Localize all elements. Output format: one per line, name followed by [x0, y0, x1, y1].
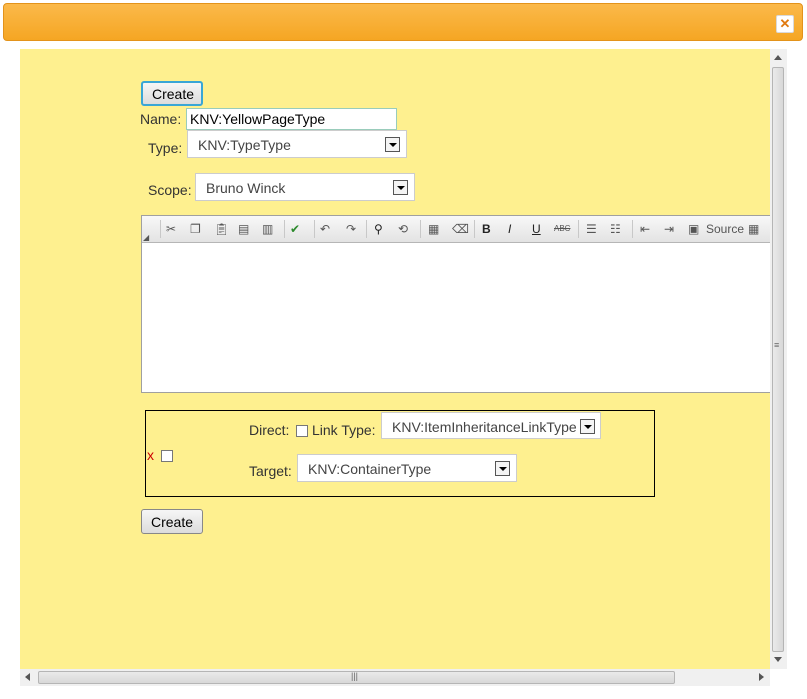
cut-icon[interactable]: ✂ — [166, 221, 176, 237]
create-button-top[interactable]: Create — [141, 81, 203, 106]
replace-icon[interactable]: ⟲ — [398, 221, 408, 237]
chevron-down-icon[interactable] — [580, 419, 595, 434]
target-select-value: KNV:ContainerType — [308, 461, 432, 477]
redo-icon[interactable]: ↷ — [346, 221, 356, 237]
type-select-value: KNV:TypeType — [198, 137, 291, 153]
chevron-down-icon[interactable] — [393, 180, 408, 195]
select-all-icon[interactable]: ▦ — [428, 221, 439, 237]
link-box: x Direct: Link Type: KNV:ItemInheritance… — [145, 410, 655, 497]
italic-icon[interactable]: I — [508, 221, 511, 237]
horizontal-scrollbar[interactable]: ||| — [20, 669, 770, 686]
vertical-scroll-thumb[interactable] — [772, 67, 784, 652]
scroll-left-icon[interactable] — [25, 673, 30, 681]
scope-select-value: Bruno Winck — [206, 180, 286, 196]
table-icon[interactable]: ▦ — [748, 221, 759, 237]
scroll-up-icon[interactable] — [774, 55, 782, 60]
target-select[interactable]: KNV:ContainerType — [297, 454, 517, 482]
scroll-right-icon[interactable] — [759, 673, 764, 681]
spellcheck-icon[interactable]: ✔ — [290, 221, 300, 237]
find-icon[interactable]: ⚲ — [374, 221, 383, 237]
link-type-select-value: KNV:ItemInheritanceLinkType — [392, 419, 577, 435]
link-select-checkbox[interactable] — [161, 450, 173, 462]
indent-icon[interactable]: ⇥ — [664, 221, 674, 237]
link-type-select[interactable]: KNV:ItemInheritanceLinkType — [381, 412, 601, 439]
target-label: Target: — [249, 463, 292, 479]
scope-label: Scope: — [148, 182, 192, 198]
underline-icon[interactable]: U — [532, 221, 541, 237]
chevron-down-icon[interactable] — [495, 461, 510, 476]
bulleted-list-icon[interactable]: ☷ — [610, 221, 621, 237]
vertical-scrollbar[interactable]: ≡ — [770, 49, 787, 669]
rich-text-editor: ◢ ✂ ❐ 📋︎ ▤ ▥ ✔ ↶ ↷ ⚲ ⟲ ▦ ⌫ B I U ABC ☰ ☷ — [141, 215, 770, 393]
numbered-list-icon[interactable]: ☰ — [586, 221, 597, 237]
name-input[interactable] — [186, 108, 397, 130]
dialog-panel: Create Name: Type: KNV:TypeType Scope: B… — [20, 49, 770, 669]
name-label: Name: — [140, 111, 182, 127]
editor-content[interactable] — [142, 243, 770, 392]
outdent-icon[interactable]: ⇤ — [640, 221, 650, 237]
link-type-label: Link Type: — [312, 422, 376, 438]
source-icon[interactable]: ▣ — [688, 221, 699, 237]
dialog-titlebar: ✕ — [3, 3, 803, 41]
source-button-label[interactable]: Source — [706, 221, 744, 237]
scroll-down-icon[interactable] — [774, 657, 782, 662]
undo-icon[interactable]: ↶ — [320, 221, 330, 237]
strike-icon[interactable]: ABC — [554, 221, 570, 237]
chevron-down-icon[interactable] — [385, 137, 400, 152]
type-select[interactable]: KNV:TypeType — [187, 130, 407, 158]
remove-format-icon[interactable]: ⌫ — [452, 221, 469, 237]
paste-icon[interactable]: 📋︎ — [214, 221, 229, 237]
type-label: Type: — [148, 140, 183, 156]
grip-icon: ||| — [351, 671, 359, 681]
grip-icon: ≡ — [774, 340, 780, 350]
remove-link-icon[interactable]: x — [147, 447, 154, 463]
direct-checkbox[interactable] — [296, 425, 308, 437]
copy-icon[interactable]: ❐ — [190, 221, 201, 237]
scope-select[interactable]: Bruno Winck — [195, 173, 415, 201]
direct-label: Direct: — [249, 422, 290, 438]
bold-icon[interactable]: B — [482, 221, 491, 237]
paste-text-icon[interactable]: ▤ — [238, 221, 249, 237]
paste-word-icon[interactable]: ▥ — [262, 221, 273, 237]
close-icon[interactable]: ✕ — [776, 15, 794, 33]
editor-toolbar: ◢ ✂ ❐ 📋︎ ▤ ▥ ✔ ↶ ↷ ⚲ ⟲ ▦ ⌫ B I U ABC ☰ ☷ — [142, 216, 770, 243]
create-button-bottom[interactable]: Create — [141, 509, 203, 534]
